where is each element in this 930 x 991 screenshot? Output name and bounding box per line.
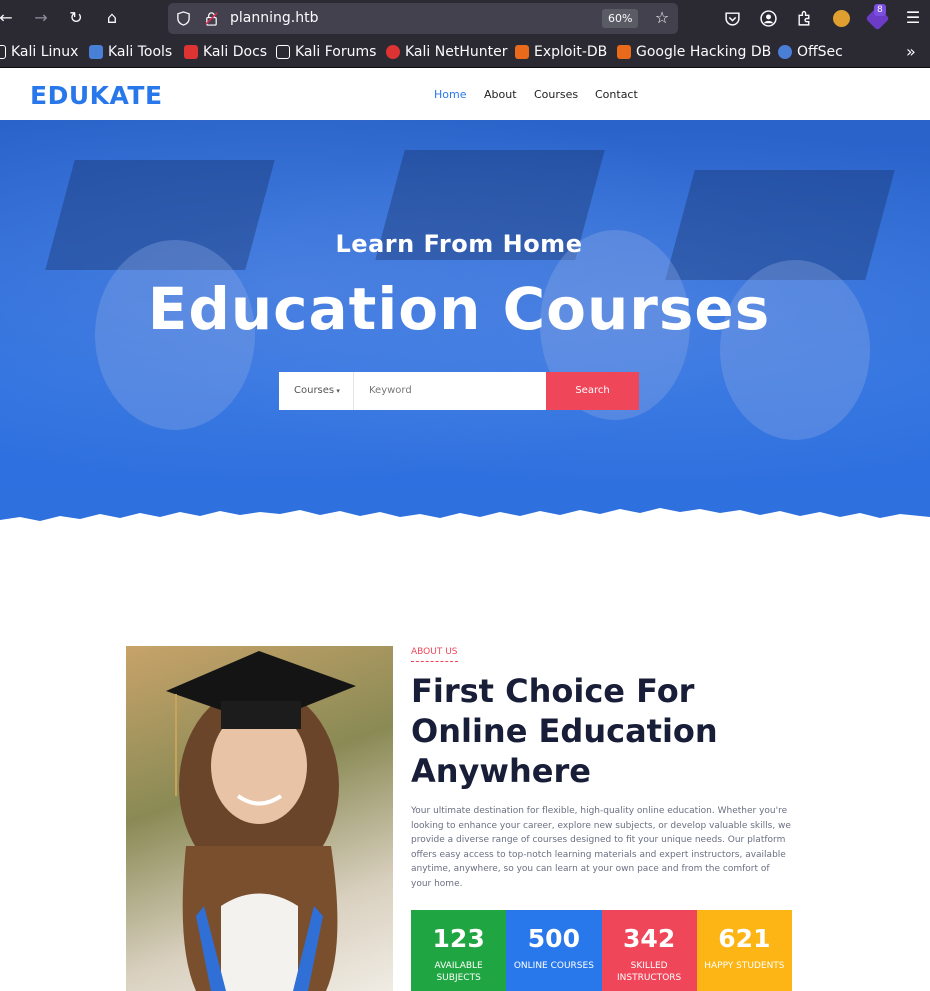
stat-happy-students: 621 Happy Students [696,910,792,991]
reload-icon[interactable]: ↻ [66,8,86,28]
site-navbar: EDUKATE Home About Courses Contact [0,68,930,120]
bookmarks-overflow-icon[interactable]: » [906,42,916,61]
hero-subtitle: Learn From Home [335,230,583,258]
hero-section: Learn From Home Education Courses Course… [0,120,930,540]
stat-label: Skilled Instructors [616,961,682,983]
stat-label: Available Subjects [434,961,483,983]
extension-cookie-icon[interactable] [833,10,850,27]
exploit-db-icon [515,45,529,59]
bookmarks-bar: Kali Linux Kali Tools Kali Docs Kali For… [0,37,930,68]
ghdb-icon [617,45,631,59]
bookmark-kali-tools[interactable]: Kali Tools [89,44,172,60]
nav-about[interactable]: About [484,88,517,101]
bookmark-kali-docs[interactable]: Kali Docs [184,44,267,60]
course-category-select[interactable]: Courses ▾ [279,372,354,410]
stat-label: Online Courses [513,961,594,971]
stat-value: 342 [623,924,676,953]
caret-down-icon: ▾ [334,387,340,395]
kali-docs-icon [184,45,198,59]
site-logo[interactable]: EDUKATE [30,81,163,110]
stat-online-courses: 500 Online Courses [506,910,602,991]
search-button[interactable]: Search [546,372,639,410]
stat-skilled-instructors: 342 Skilled Instructors [601,910,697,991]
stat-value: 500 [527,924,580,953]
nav-contact[interactable]: Contact [595,88,638,101]
insecure-lock-icon[interactable] [204,11,219,26]
about-kicker: ABOUT US [411,647,458,662]
bookmark-kali-nethunter[interactable]: Kali NetHunter [386,44,507,60]
extension-badge: 8 [874,4,886,16]
bookmark-star-icon[interactable]: ☆ [652,8,672,28]
about-title: First Choice For Online Education Anywhe… [411,672,718,790]
stat-value: 123 [432,924,485,953]
bookmark-offsec[interactable]: OffSec [778,44,843,60]
forward-icon[interactable]: → [31,8,51,28]
nav-home[interactable]: Home [434,88,466,101]
menu-icon[interactable]: ☰ [903,8,923,28]
url-bar[interactable]: planning.htb 60% ☆ [168,3,678,34]
nav-courses[interactable]: Courses [534,88,578,101]
bookmark-kali-forums[interactable]: Kali Forums [276,44,376,60]
back-icon[interactable]: ← [0,8,16,28]
shield-icon[interactable] [176,11,191,26]
stats-row: 123 Available Subjects 500 Online Course… [411,910,792,991]
about-graduate-image [126,646,393,991]
stat-label: Happy Students [704,961,785,971]
browser-toolbar: ← → ↻ ⌂ planning.htb 60% ☆ 8 ☰ [0,0,930,37]
keyword-input[interactable]: Keyword [354,372,546,410]
torn-paper-divider [0,508,930,540]
pocket-icon[interactable] [724,10,741,27]
home-icon[interactable]: ⌂ [102,8,122,28]
account-icon[interactable] [760,10,777,27]
url-text[interactable]: planning.htb [230,10,318,26]
about-description: Your ultimate destination for flexible, … [411,806,791,889]
kali-forums-icon [276,45,290,59]
hero-title: Education Courses [147,275,771,343]
course-search-form: Courses ▾ Keyword Search [279,372,639,410]
bookmark-google-hacking-db[interactable]: Google Hacking DB [617,44,771,60]
bookmark-exploit-db[interactable]: Exploit-DB [515,44,607,60]
zoom-level[interactable]: 60% [602,9,639,28]
nethunter-icon [386,45,400,59]
bookmark-kali-linux[interactable]: Kali Linux [0,44,78,60]
kali-tools-icon [89,45,103,59]
offsec-icon [778,45,792,59]
stat-value: 621 [718,924,771,953]
stat-available-subjects: 123 Available Subjects [411,910,507,991]
kali-dragon-icon [0,45,6,59]
extensions-icon[interactable] [796,10,813,27]
